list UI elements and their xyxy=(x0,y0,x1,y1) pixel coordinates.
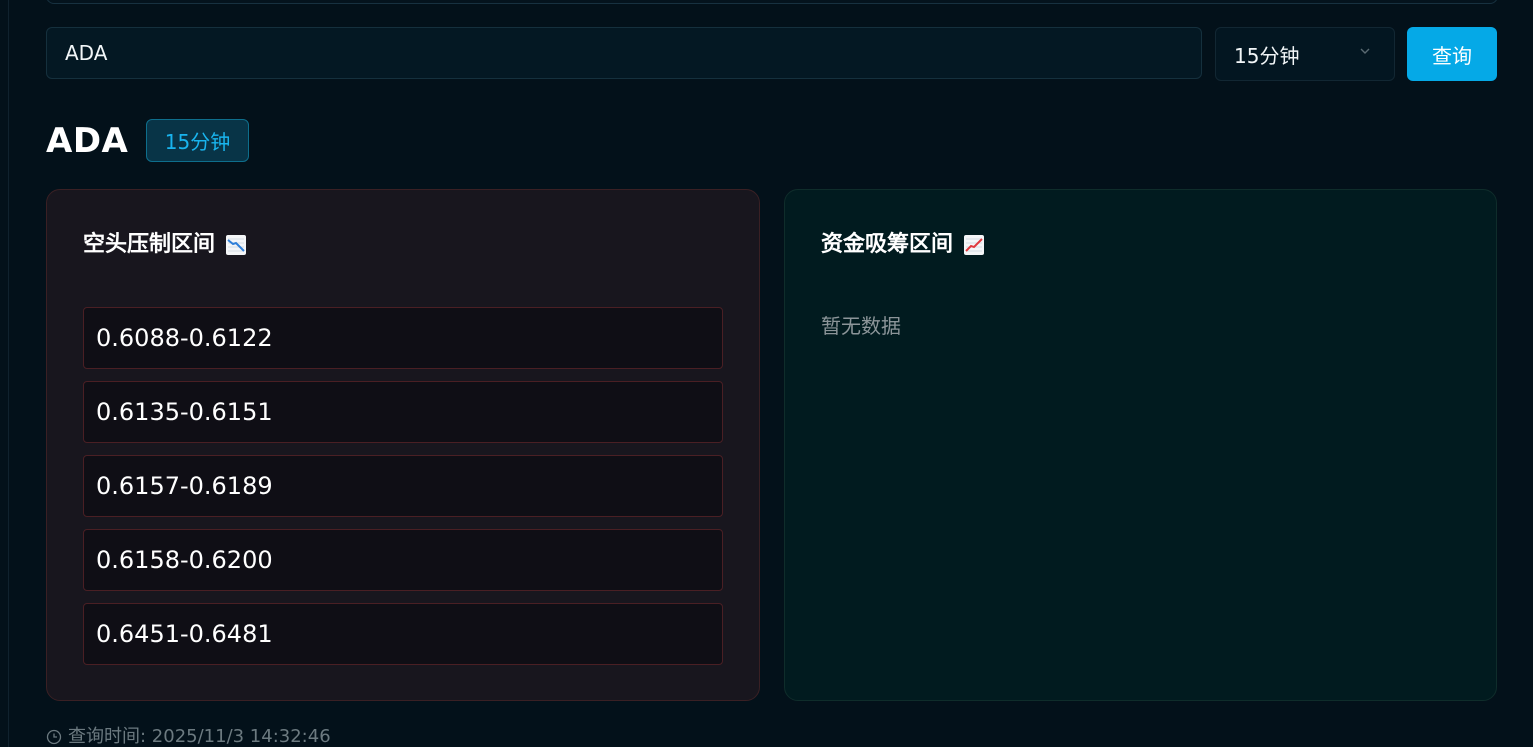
range-item: 0.6088-0.6122 xyxy=(83,307,723,369)
range-item: 0.6158-0.6200 xyxy=(83,529,723,591)
app-frame: 15分钟 查询 ADA 15分钟 空头压制区间 0.6088-0.6122 0.… xyxy=(0,0,1533,747)
query-button[interactable]: 查询 xyxy=(1407,27,1497,81)
symbol-search-input[interactable] xyxy=(46,27,1202,79)
long-card-title: 资金吸筹区间 xyxy=(821,232,954,257)
chart-decreasing-icon xyxy=(226,235,247,255)
search-row: 15分钟 查询 xyxy=(46,27,1497,81)
symbol-title: ADA xyxy=(46,121,129,161)
empty-state-text: 暂无数据 xyxy=(821,314,901,338)
interval-select[interactable]: 15分钟 xyxy=(1215,27,1395,81)
short-range-list: 0.6088-0.6122 0.6135-0.6151 0.6157-0.618… xyxy=(83,307,723,677)
range-item: 0.6451-0.6481 xyxy=(83,603,723,665)
clock-icon xyxy=(46,729,62,745)
chevron-down-icon xyxy=(1360,48,1370,54)
range-item: 0.6157-0.6189 xyxy=(83,455,723,517)
interval-badge: 15分钟 xyxy=(146,119,249,162)
chart-increasing-icon xyxy=(964,235,985,255)
left-divider xyxy=(8,0,9,747)
long-card-header: 资金吸筹区间 xyxy=(821,230,985,260)
short-card-title: 空头压制区间 xyxy=(83,232,216,257)
short-card-header: 空头压制区间 xyxy=(83,230,247,260)
query-time: 查询时间: 2025/11/3 14:32:46 xyxy=(46,726,331,747)
capital-accumulation-card: 资金吸筹区间 暂无数据 xyxy=(784,189,1497,701)
interval-select-value: 15分钟 xyxy=(1234,43,1300,68)
range-item: 0.6135-0.6151 xyxy=(83,381,723,443)
top-panel-edge xyxy=(46,0,1498,4)
short-suppression-card: 空头压制区间 0.6088-0.6122 0.6135-0.6151 0.615… xyxy=(46,189,760,701)
query-time-text: 查询时间: 2025/11/3 14:32:46 xyxy=(68,726,331,747)
